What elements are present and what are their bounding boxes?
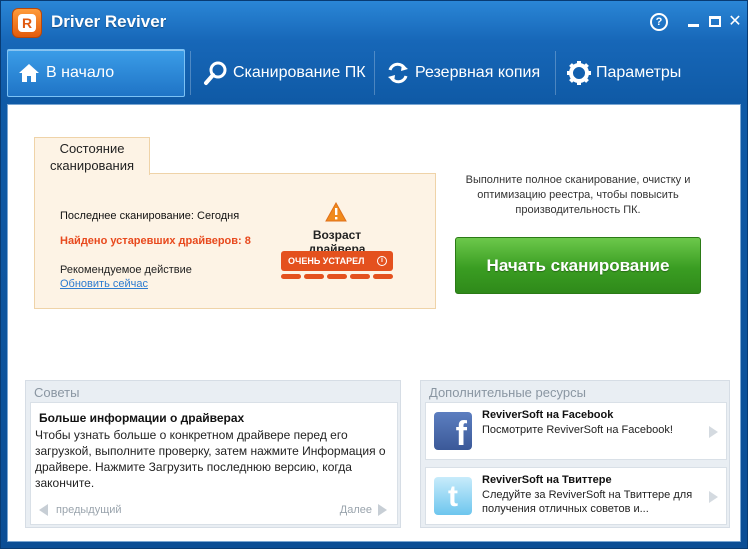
tip-prev-button[interactable]: предыдущий: [39, 504, 122, 516]
nav-scan-label: Сканирование ПК: [233, 64, 366, 81]
status-card: Последнее сканирование: Сегодня Найдено …: [34, 173, 436, 309]
nav-settings-label: Параметры: [596, 64, 682, 81]
tip-prev-label: предыдущий: [56, 504, 122, 516]
warning-icon: [325, 202, 347, 222]
resources-header: Дополнительные ресурсы: [429, 385, 586, 400]
main-nav: В начало Сканирование ПК Резервная копия: [7, 45, 741, 101]
tips-header: Советы: [34, 385, 80, 400]
nav-settings[interactable]: Параметры: [556, 49, 736, 97]
chevron-right-icon: [709, 426, 718, 438]
age-level-segment: [373, 274, 393, 279]
age-level-segment: [327, 274, 347, 279]
outdated-drivers-text: Найдено устаревших драйверов: 8: [60, 235, 251, 247]
driver-age-badge-text: ОЧЕНЬ УСТАРЕЛ: [288, 256, 365, 266]
resource-title: ReviverSoft на Facebook: [482, 409, 614, 421]
nav-home-label: В начало: [46, 64, 115, 81]
update-now-link[interactable]: Обновить сейчас: [60, 278, 148, 290]
scan-description: Выполните полное сканирование, очистку и…: [465, 174, 691, 216]
resources-panel: Дополнительные ресурсы f ReviverSoft на …: [420, 380, 730, 528]
main-panel: Состояние сканирования Последнее сканиро…: [7, 104, 741, 542]
refresh-icon: [388, 62, 408, 84]
nav-scan[interactable]: Сканирование ПК: [193, 49, 371, 97]
recommended-action-label: Рекомендуемое действие: [60, 264, 192, 276]
twitter-icon: t: [434, 477, 472, 515]
gear-icon: [567, 61, 591, 85]
status-tab: Состояние сканирования: [34, 137, 150, 175]
help-button[interactable]: ?: [650, 13, 668, 31]
tip-next-label: Далее: [339, 504, 372, 516]
age-level-segment: [304, 274, 324, 279]
nav-backup[interactable]: Резервная копия: [375, 49, 553, 97]
resource-text: Посмотрите ReviverSoft на Facebook!: [482, 424, 673, 436]
tips-body: Больше информации о драйверах Чтобы узна…: [30, 402, 398, 525]
app-window: R Driver Reviver ? ✕ В начало Сканирован…: [0, 0, 748, 549]
home-icon: [19, 64, 39, 82]
resource-twitter[interactable]: t ReviverSoft на Твиттере Следуйте за Re…: [425, 467, 727, 525]
resource-title: ReviverSoft на Твиттере: [482, 474, 612, 486]
info-icon[interactable]: i: [377, 256, 387, 266]
resource-text: Следуйте за ReviverSoft на Твиттере для …: [482, 489, 693, 515]
app-logo-icon: R: [12, 8, 42, 38]
age-level-segment: [350, 274, 370, 279]
chevron-right-icon: [709, 491, 718, 503]
nav-backup-label: Резервная копия: [415, 64, 541, 81]
maximize-button[interactable]: [706, 13, 724, 31]
facebook-icon: f: [434, 412, 472, 450]
minimize-button[interactable]: [685, 13, 703, 31]
tip-text: Чтобы узнать больше о конкретном драйвер…: [35, 428, 386, 490]
tip-title: Больше информации о драйверах: [39, 411, 245, 425]
minimize-icon: [688, 24, 699, 27]
resource-facebook[interactable]: f ReviverSoft на Facebook Посмотрите Rev…: [425, 402, 727, 460]
search-icon: [204, 61, 227, 85]
maximize-icon: [709, 16, 721, 27]
nav-home[interactable]: В начало: [7, 49, 185, 97]
age-level-segment: [281, 274, 301, 279]
driver-age-badge: ОЧЕНЬ УСТАРЕЛ i: [281, 251, 393, 271]
tip-next-button[interactable]: Далее: [340, 504, 387, 516]
nav-divider: [190, 51, 191, 95]
close-button[interactable]: ✕: [726, 13, 744, 31]
last-scan-text: Последнее сканирование: Сегодня: [60, 210, 240, 222]
app-title: Driver Reviver: [51, 12, 167, 31]
chevron-right-icon: [378, 504, 387, 516]
chevron-left-icon: [39, 504, 48, 516]
tips-panel: Советы Больше информации о драйверах Что…: [25, 380, 401, 528]
start-scan-button[interactable]: Начать сканирование: [455, 237, 701, 294]
title-bar: R Driver Reviver ? ✕: [1, 1, 747, 45]
